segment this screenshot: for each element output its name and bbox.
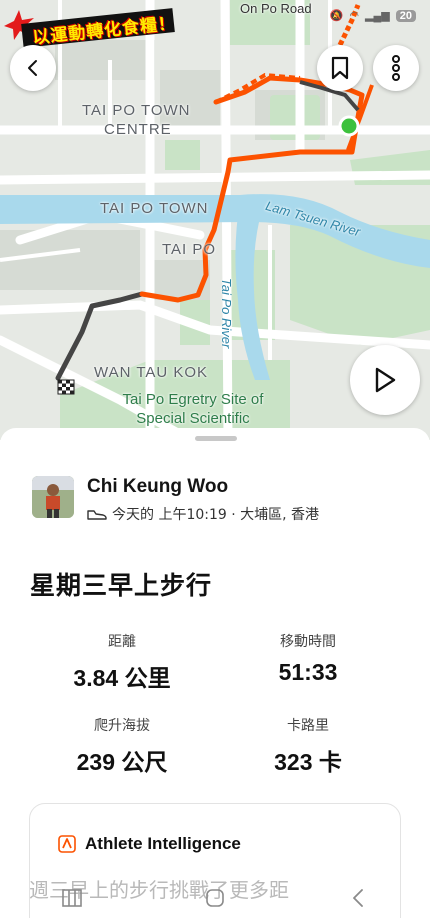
stat-number: 51:33 xyxy=(278,659,338,685)
stat-moving-time: 移動時間 51:33 xyxy=(208,631,408,686)
route-map[interactable]: On Po Road TAI PO TOWN CENTRE TAI PO TOW… xyxy=(0,0,430,440)
shoe-icon xyxy=(87,510,107,520)
egretry-label-line2: Special Scientific xyxy=(136,410,250,427)
activity-meta-text: 今天的 上午10:19 · 大埔區, 香港 xyxy=(112,507,320,523)
home-icon xyxy=(206,889,224,907)
system-back-button[interactable] xyxy=(338,886,378,910)
stat-label: 卡路里 xyxy=(287,718,329,734)
status-bar: 🔕 ◠ ▂▄▆ 20 xyxy=(330,9,416,22)
stat-calories: 卡路里 323 卡 xyxy=(208,715,408,777)
signal-icon: ▂▄▆ xyxy=(365,10,390,22)
stat-number: 3.84 xyxy=(73,665,119,691)
start-marker xyxy=(338,115,360,137)
wifi-icon: ◠ xyxy=(349,10,360,22)
activity-detail-sheet: Chi Keung Woo 今天的 上午10:19 · 大埔區, 香港 星期三早… xyxy=(0,428,430,918)
sheet-grabber-handle[interactable] xyxy=(195,436,237,441)
map-label-tai-po-town-centre-line2: CENTRE xyxy=(104,121,172,138)
flyover-play-button[interactable] xyxy=(350,345,420,415)
athlete-intelligence-icon xyxy=(58,835,76,853)
home-button[interactable] xyxy=(195,886,235,910)
athlete-info: Chi Keung Woo 今天的 上午10:19 · 大埔區, 香港 xyxy=(87,476,319,524)
stat-unit: 公里 xyxy=(124,666,171,692)
stat-unit: 卡 xyxy=(318,750,342,776)
stat-value: 239 公尺 xyxy=(22,743,222,777)
map-label-tai-po-town: TAI PO TOWN xyxy=(100,200,209,217)
athlete-header[interactable]: Chi Keung Woo 今天的 上午10:19 · 大埔區, 香港 xyxy=(32,476,319,524)
back-button[interactable] xyxy=(10,45,56,91)
stat-elevation-gain: 爬升海拔 239 公尺 xyxy=(22,715,222,777)
egretry-label-line1: Tai Po Egretry Site of xyxy=(122,391,264,408)
recent-apps-icon xyxy=(61,889,82,907)
system-navigation-bar xyxy=(0,878,430,918)
avatar-photo-icon xyxy=(32,476,74,518)
more-options-button[interactable] xyxy=(373,45,419,91)
stat-distance: 距離 3.84 公里 xyxy=(22,631,222,693)
map-label-tai-po: TAI PO xyxy=(162,241,217,258)
map-label-tai-po-river: Tai Po River xyxy=(219,278,234,349)
map-label-on-po-road: On Po Road xyxy=(240,1,312,16)
stat-number: 239 xyxy=(76,749,115,775)
back-arrow-icon xyxy=(353,889,364,907)
stat-label: 移動時間 xyxy=(280,634,336,650)
activity-meta: 今天的 上午10:19 · 大埔區, 香港 xyxy=(87,504,319,524)
stat-label: 距離 xyxy=(108,634,136,650)
activity-title: 星期三早上步行 xyxy=(30,571,213,600)
stat-number: 323 xyxy=(274,749,313,775)
athlete-intelligence-title: Athlete Intelligence xyxy=(85,834,241,853)
stat-value: 323 卡 xyxy=(208,743,408,777)
chevron-left-icon xyxy=(28,60,37,76)
athlete-avatar[interactable] xyxy=(32,476,74,518)
save-route-button[interactable] xyxy=(317,45,363,91)
stat-unit: 公尺 xyxy=(121,750,168,776)
more-vertical-icon xyxy=(392,55,400,81)
mute-icon: 🔕 xyxy=(329,10,344,22)
bookmark-icon xyxy=(331,56,349,80)
recent-apps-button[interactable] xyxy=(52,886,92,910)
play-icon xyxy=(375,367,396,393)
athlete-intelligence-header: Athlete Intelligence xyxy=(58,834,241,854)
athlete-name[interactable]: Chi Keung Woo xyxy=(87,476,319,498)
stat-label: 爬升海拔 xyxy=(94,718,150,734)
map-label-tai-po-town-centre: TAI PO TOWN xyxy=(82,102,191,119)
map-label-egretry-site: Tai Po Egretry Site of Special Scientifi… xyxy=(98,390,288,428)
stat-value: 3.84 公里 xyxy=(22,659,222,693)
finish-flag-marker xyxy=(57,379,75,395)
stat-value: 51:33 xyxy=(208,659,408,686)
battery-indicator: 20 xyxy=(395,9,416,22)
map-label-wan-tau-kok: WAN TAU KOK xyxy=(94,364,209,381)
